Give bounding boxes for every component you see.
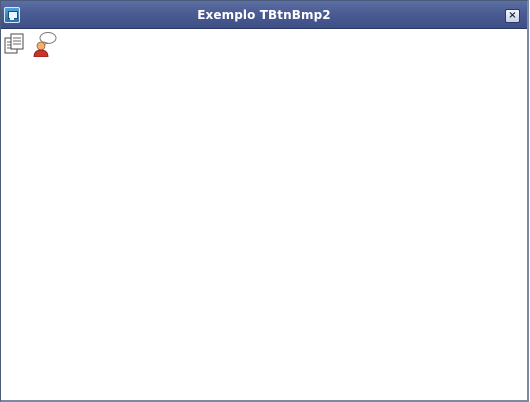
documents-button[interactable] [3,31,29,57]
main-window: Exemplo TBtnBmp2 × [0,0,529,402]
window-title: Exemplo TBtnBmp2 [197,8,331,22]
close-button[interactable]: × [505,9,520,23]
user-chat-button[interactable] [32,31,58,57]
toolbar [1,29,527,59]
documents-icon [4,33,24,54]
close-icon: × [508,10,517,21]
title-bar[interactable]: Exemplo TBtnBmp2 × [1,1,527,29]
user-chat-icon [33,32,57,57]
